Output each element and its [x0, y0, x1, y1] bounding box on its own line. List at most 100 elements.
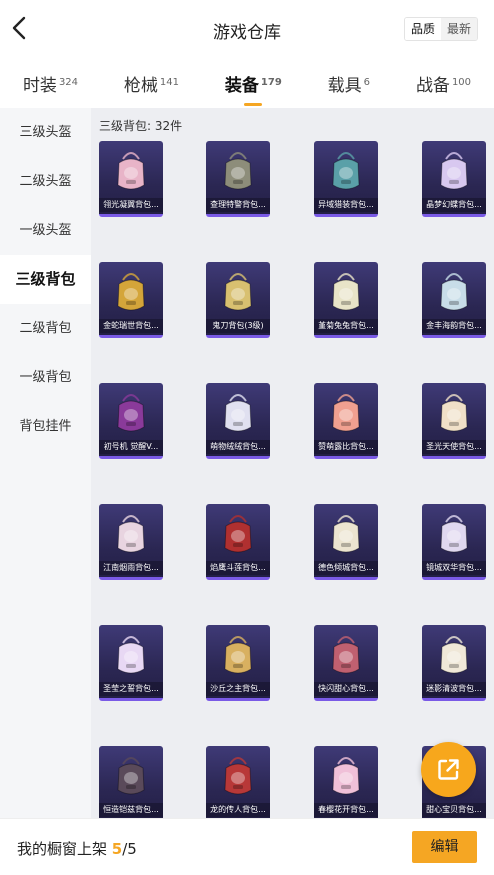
category-tabs: 时装 324 枪械 141 装备 179 载具 6 战备 100: [0, 58, 494, 108]
inventory-item[interactable]: 镜城双华背包...: [422, 504, 486, 580]
tab-fashion[interactable]: 时装 324: [19, 71, 82, 96]
tab-count: 179: [260, 76, 282, 88]
tab-count: 324: [58, 76, 79, 88]
inventory-item[interactable]: 春樱花开背包...: [314, 746, 378, 818]
backpack-icon: [224, 273, 252, 311]
item-name-label: 金蛇瑞世背包...: [99, 319, 163, 333]
shelf-status: 我的橱窗上架 5/5: [17, 838, 137, 859]
tab-supplies[interactable]: 战备 100: [412, 71, 475, 96]
inventory-item[interactable]: 初号机 觉醒V...: [99, 383, 163, 459]
item-name-label: 焰鹰斗莲背包...: [206, 561, 270, 575]
tab-label: 枪械: [123, 75, 158, 96]
item-name-label: 江南烟雨背包...: [99, 561, 163, 575]
backpack-icon: [440, 273, 468, 311]
sidebar-item-backpack-3[interactable]: 三级背包: [0, 255, 91, 304]
item-name-label: 萌物绒绒背包...: [206, 440, 270, 454]
sidebar-item-helmet-2[interactable]: 二级头盔: [0, 157, 91, 206]
backpack-icon: [440, 515, 468, 553]
shelf-current-count: 5: [111, 840, 123, 858]
inventory-item[interactable]: 德色倾城背包...: [314, 504, 378, 580]
share-button[interactable]: [421, 742, 476, 797]
backpack-icon: [332, 757, 360, 795]
item-name-label: 鬼刀背包(3级): [206, 319, 270, 333]
item-name-label: 迷影清波背包...: [422, 682, 486, 696]
inventory-item[interactable]: 快闪甜心背包...: [314, 625, 378, 701]
tab-label: 战备: [415, 75, 450, 96]
inventory-item[interactable]: 迷影清波背包...: [422, 625, 486, 701]
shelf-total-count: 5: [127, 840, 137, 858]
backpack-icon: [440, 152, 468, 190]
footer-bar: 我的橱窗上架 5/5 编辑: [0, 818, 494, 875]
tab-count: 6: [363, 76, 371, 88]
inventory-item[interactable]: 赞萌露比背包...: [314, 383, 378, 459]
inventory-item[interactable]: 圣莹之誓背包...: [99, 625, 163, 701]
inventory-item[interactable]: 异域猎装背包...: [314, 141, 378, 217]
backpack-icon: [332, 636, 360, 674]
item-grid-panel: 三级背包: 32件 翎光凝翼背包... 查理特警背包... 异域猎装背包... 晶梦幻…: [91, 108, 494, 818]
inventory-item[interactable]: 龙的传人背包...: [206, 746, 270, 818]
backpack-icon: [332, 394, 360, 432]
item-name-label: 赞萌露比背包...: [314, 440, 378, 454]
backpack-icon: [224, 757, 252, 795]
inventory-item[interactable]: 鬼刀背包(3级): [206, 262, 270, 338]
item-name-label: 德色倾城背包...: [314, 561, 378, 575]
sidebar-item-backpack-1[interactable]: 一级背包: [0, 353, 91, 402]
item-name-label: 沙丘之主背包...: [206, 682, 270, 696]
item-name-label: 甜心宝贝背包...: [422, 803, 486, 817]
item-name-label: 快闪甜心背包...: [314, 682, 378, 696]
sidebar-item-backpack-2[interactable]: 二级背包: [0, 304, 91, 353]
inventory-item[interactable]: 萌物绒绒背包...: [206, 383, 270, 459]
tab-count: 100: [451, 76, 472, 88]
item-name-label: 圣光天使背包...: [422, 440, 486, 454]
inventory-item[interactable]: 焰鹰斗莲背包...: [206, 504, 270, 580]
backpack-icon: [117, 394, 145, 432]
inventory-item[interactable]: 堇菊兔兔背包...: [314, 262, 378, 338]
backpack-icon: [332, 152, 360, 190]
sidebar-item-helmet-3[interactable]: 三级头盔: [0, 108, 91, 157]
sidebar-item-backpack-pendant[interactable]: 背包挂件: [0, 402, 91, 451]
backpack-icon: [117, 152, 145, 190]
sort-latest-button[interactable]: 最新: [440, 18, 477, 40]
sidebar-item-helmet-1[interactable]: 一级头盔: [0, 206, 91, 255]
item-name-label: 春樱花开背包...: [314, 803, 378, 817]
tab-vehicles[interactable]: 载具 6: [324, 71, 374, 96]
backpack-icon: [224, 515, 252, 553]
sort-quality-button[interactable]: 品质: [404, 18, 441, 40]
backpack-icon: [224, 394, 252, 432]
inventory-item[interactable]: 晶梦幻蝶背包...: [422, 141, 486, 217]
backpack-icon: [224, 152, 252, 190]
item-name-label: 圣莹之誓背包...: [99, 682, 163, 696]
shelf-label-text: 我的橱窗上架: [17, 840, 108, 858]
item-name-label: 异域猎装背包...: [314, 198, 378, 212]
inventory-item[interactable]: 金蛇瑞世背包...: [99, 262, 163, 338]
tab-label: 时装: [22, 75, 57, 96]
item-name-label: 初号机 觉醒V...: [99, 440, 163, 454]
item-name-label: 金丰海韵背包...: [422, 319, 486, 333]
item-count-label: 三级背包: 32件: [99, 119, 183, 133]
edit-button[interactable]: 编辑: [412, 831, 477, 863]
item-name-label: 翎光凝翼背包...: [99, 198, 163, 212]
item-name-label: 查理特警背包...: [206, 198, 270, 212]
inventory-item[interactable]: 查理特警背包...: [206, 141, 270, 217]
tab-label: 载具: [327, 75, 362, 96]
sort-toggle: 品质 最新: [403, 17, 478, 41]
inventory-item[interactable]: 沙丘之主背包...: [206, 625, 270, 701]
item-name-label: 镜城双华背包...: [422, 561, 486, 575]
external-link-icon: [438, 759, 459, 780]
item-name-label: 堇菊兔兔背包...: [314, 319, 378, 333]
backpack-icon: [332, 273, 360, 311]
item-name-label: 晶梦幻蝶背包...: [422, 198, 486, 212]
inventory-item[interactable]: 江南烟雨背包...: [99, 504, 163, 580]
backpack-icon: [440, 636, 468, 674]
backpack-icon: [117, 636, 145, 674]
inventory-item[interactable]: 金丰海韵背包...: [422, 262, 486, 338]
inventory-item[interactable]: 圣光天使背包...: [422, 383, 486, 459]
inventory-item[interactable]: 恒造铠兹背包...: [99, 746, 163, 818]
backpack-icon: [117, 515, 145, 553]
inventory-item[interactable]: 翎光凝翼背包...: [99, 141, 163, 217]
item-name-label: 恒造铠兹背包...: [99, 803, 163, 817]
backpack-icon: [117, 273, 145, 311]
tab-equipment[interactable]: 装备 179: [221, 71, 286, 106]
header-bar: 游戏仓库 品质 最新: [0, 0, 494, 58]
tab-firearms[interactable]: 枪械 141: [120, 71, 183, 96]
